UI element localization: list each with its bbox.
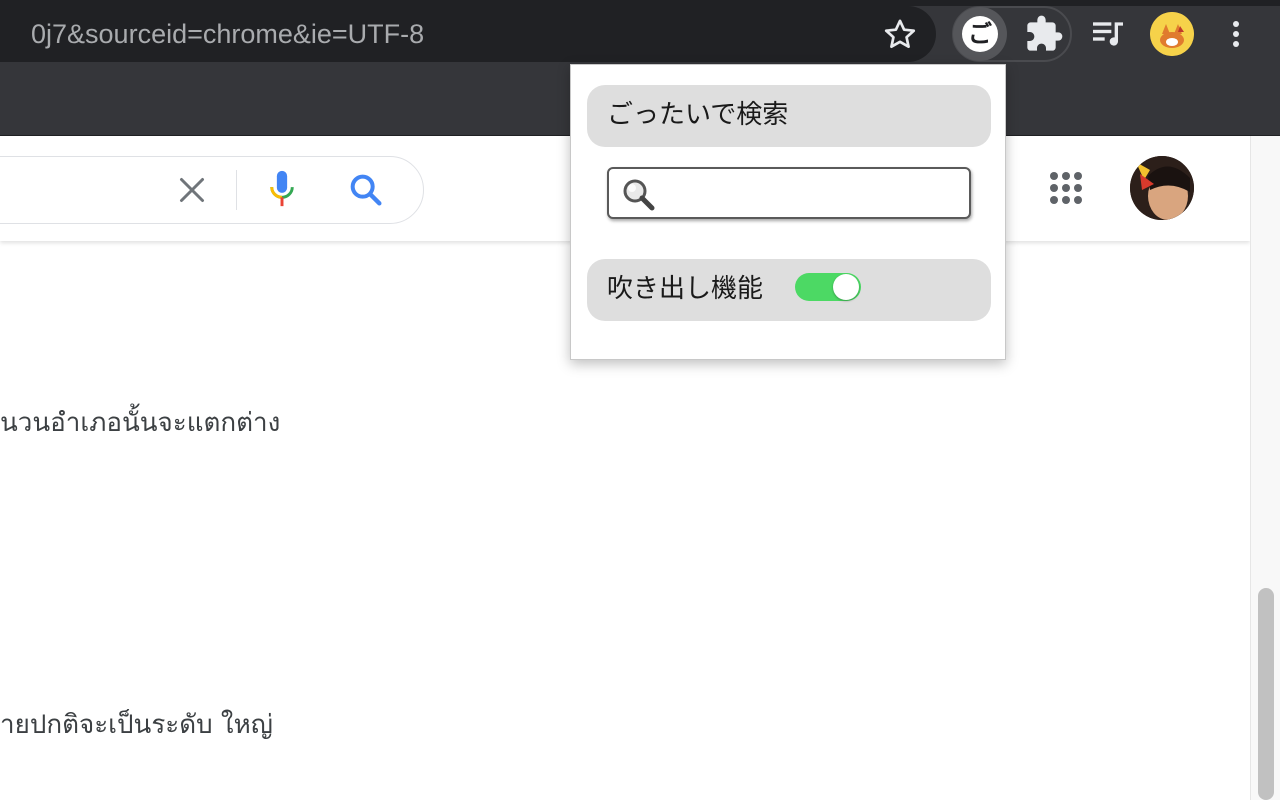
account-avatar[interactable]: [1130, 156, 1194, 220]
search-divider: [236, 170, 237, 210]
popup-search-field[interactable]: [607, 167, 971, 219]
popup-toggle-row: 吹き出し機能: [587, 259, 991, 321]
balloon-feature-toggle[interactable]: [795, 273, 861, 301]
mic-icon[interactable]: [264, 168, 300, 212]
scrollbar-thumb[interactable]: [1258, 588, 1274, 800]
popup-search-input[interactable]: [661, 175, 961, 211]
extension-popup: ごったいで検索 吹き出し機能: [570, 64, 1006, 360]
popup-title: ごったいで検索: [607, 100, 789, 130]
puzzle-icon[interactable]: [1024, 14, 1064, 54]
toggle-knob: [833, 274, 859, 300]
media-queue-icon[interactable]: [1088, 14, 1128, 54]
result-snippet: นวนอำเภอนั้นจะแตกต่าง: [0, 408, 281, 438]
balloon-feature-label: 吹き出し機能: [607, 274, 764, 304]
result-snippet: ายปกติจะเป็นระดับ ใหญ่: [0, 710, 273, 740]
address-bar-url[interactable]: 0j7&sourceid=chrome&ie=UTF-8: [31, 6, 424, 62]
apps-grid-icon[interactable]: [1046, 168, 1086, 208]
close-icon[interactable]: [174, 172, 210, 208]
profile-avatar[interactable]: [1150, 12, 1194, 56]
magnifier-icon: [621, 177, 657, 213]
search-icon[interactable]: [346, 170, 386, 210]
address-bar[interactable]: 0j7&sourceid=chrome&ie=UTF-8: [0, 6, 936, 62]
popup-title-row: ごったいで検索: [587, 85, 991, 147]
more-vert-icon[interactable]: [1222, 14, 1250, 54]
goattai-extension-icon[interactable]: ご: [962, 16, 998, 52]
bookmark-star-icon[interactable]: [880, 15, 920, 55]
